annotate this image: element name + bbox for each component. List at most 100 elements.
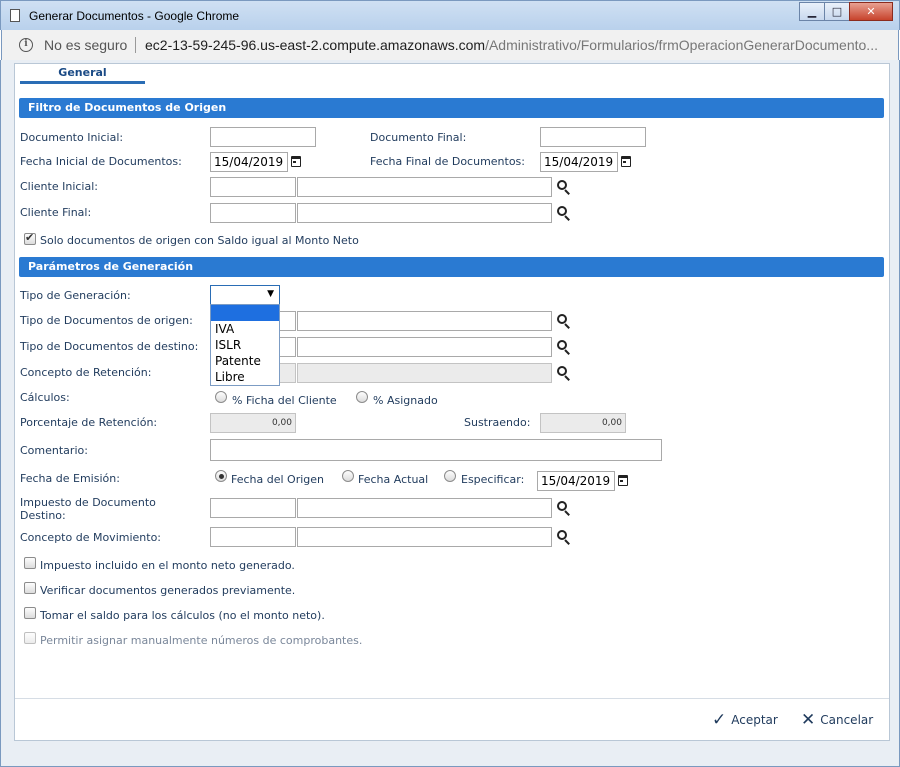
sustraendo-input: 0,00 [540,413,626,433]
url-path: /Administrativo/Formularios/frmOperacion… [485,37,878,53]
documento-final-label: Documento Final: [370,131,467,144]
impuesto-incluido-label: Impuesto incluido en el monto neto gener… [40,559,295,572]
tipo-doc-origen-label: Tipo de Documentos de origen: [20,314,193,327]
cliente-final-code-input[interactable] [210,203,296,223]
calc-asignado-radio[interactable] [356,391,368,403]
fecha-actual-label: Fecha Actual [358,473,429,486]
fecha-final-label: Fecha Final de Documentos: [370,155,525,168]
info-icon[interactable]: i [19,38,33,52]
aceptar-label: Aceptar [731,713,778,727]
permitir-label: Permitir asignar manualmente números de … [40,634,363,647]
concepto-mov-label: Concepto de Movimiento: [20,531,162,544]
fecha-inicial-label: Fecha Inicial de Documentos: [20,155,182,168]
concepto-mov-code-input[interactable] [210,527,296,547]
search-icon[interactable] [557,366,567,376]
calc-asignado-label: % Asignado [373,394,438,407]
cancelar-label: Cancelar [820,713,874,727]
tipo-doc-destino-name-input[interactable] [297,337,552,357]
concepto-retencion-label: Concepto de Retención: [20,366,152,379]
search-icon[interactable] [557,530,567,540]
footer-divider [15,698,889,699]
especificar-label: Especificar: [461,473,525,486]
impuesto-label-line1: Impuesto de Documento [20,496,156,509]
cancelar-button[interactable]: ✕ Cancelar [801,710,873,730]
comentario-input[interactable] [210,439,662,461]
window-titlebar: Generar Documentos - Google Chrome ▁ □ ✕ [0,0,900,30]
verificar-checkbox[interactable] [24,582,36,594]
window-title: Generar Documentos - Google Chrome [29,9,240,23]
documento-inicial-label: Documento Inicial: [20,131,124,144]
search-icon[interactable] [557,206,567,216]
especificar-date-input[interactable]: 15/04/2019 [537,471,615,491]
calendar-icon[interactable] [618,475,628,486]
cliente-final-label: Cliente Final: [20,206,92,219]
security-label[interactable]: No es seguro [44,37,127,53]
address-separator [135,37,136,53]
content-frame: General Filtro de Documentos de Origen D… [0,60,900,767]
especificar-radio[interactable] [444,470,456,482]
sustraendo-label: Sustraendo: [464,416,531,429]
tipo-generacion-dropdown[interactable]: IVA ISLR Patente Libre [210,304,280,386]
fecha-inicial-input[interactable]: 15/04/2019 [210,152,288,172]
cliente-inicial-code-input[interactable] [210,177,296,197]
impuesto-incluido-checkbox[interactable] [24,557,36,569]
aceptar-button[interactable]: ✓ Aceptar [712,710,778,730]
address-bar[interactable]: i No es seguro ec2-13-59-245-96.us-east-… [1,30,899,60]
close-icon: ✕ [801,710,816,730]
solo-saldo-label: Solo documentos de origen con Saldo igua… [40,234,359,247]
maximize-button[interactable]: □ [824,2,850,21]
calc-ficha-label: % Ficha del Cliente [232,394,337,407]
cliente-inicial-label: Cliente Inicial: [20,180,98,193]
search-icon[interactable] [557,340,567,350]
impuesto-name-input[interactable] [297,498,552,518]
fecha-origen-radio[interactable] [215,470,227,482]
dropdown-option[interactable]: Patente [211,353,279,369]
verificar-label: Verificar documentos generados previamen… [40,584,296,597]
concepto-retencion-name-input [297,363,552,383]
search-icon[interactable] [557,180,567,190]
checkmark-icon: ✓ [712,710,727,730]
tomar-saldo-label: Tomar el saldo para los cálculos (no el … [40,609,325,622]
tab-general[interactable]: General [20,64,145,84]
concepto-mov-name-input[interactable] [297,527,552,547]
document-icon [10,9,20,22]
fecha-emision-label: Fecha de Emisión: [20,472,120,485]
window-controls: ▁ □ ✕ [799,2,893,21]
tipo-doc-origen-name-input[interactable] [297,311,552,331]
tipo-generacion-label: Tipo de Generación: [20,289,131,302]
fecha-actual-radio[interactable] [342,470,354,482]
calendar-icon[interactable] [621,156,631,167]
cliente-inicial-name-input[interactable] [297,177,552,197]
cliente-final-name-input[interactable] [297,203,552,223]
search-icon[interactable] [557,314,567,324]
porcentaje-input: 0,00 [210,413,296,433]
tipo-doc-destino-label: Tipo de Documentos de destino: [20,340,199,353]
url-host: ec2-13-59-245-96.us-east-2.compute.amazo… [145,37,486,53]
documento-final-input[interactable] [540,127,646,147]
close-button[interactable]: ✕ [849,2,893,21]
fecha-final-input[interactable]: 15/04/2019 [540,152,618,172]
calculos-label: Cálculos: [20,391,70,404]
impuesto-label-line2: Destino: [20,509,66,522]
dropdown-option[interactable]: ISLR [211,337,279,353]
filtro-section-header: Filtro de Documentos de Origen [19,98,884,118]
fecha-origen-label: Fecha del Origen [231,473,325,486]
dropdown-option[interactable]: IVA [211,321,279,337]
tomar-saldo-checkbox[interactable] [24,607,36,619]
permitir-checkbox [24,632,36,644]
solo-saldo-checkbox[interactable] [24,231,36,245]
calc-ficha-radio[interactable] [215,391,227,403]
tipo-generacion-select[interactable]: ▼ [210,285,280,305]
search-icon[interactable] [557,501,567,511]
parametros-section-header: Parámetros de Generación [19,257,884,277]
minimize-button[interactable]: ▁ [799,2,825,21]
calendar-icon[interactable] [291,156,301,167]
porcentaje-label: Porcentaje de Retención: [20,416,158,429]
form-panel: General Filtro de Documentos de Origen D… [14,63,890,741]
documento-inicial-input[interactable] [210,127,316,147]
url-text[interactable]: ec2-13-59-245-96.us-east-2.compute.amazo… [145,37,878,53]
impuesto-code-input[interactable] [210,498,296,518]
dropdown-option[interactable]: Libre [211,369,279,385]
dropdown-option[interactable] [211,305,279,321]
chevron-down-icon: ▼ [267,289,274,299]
